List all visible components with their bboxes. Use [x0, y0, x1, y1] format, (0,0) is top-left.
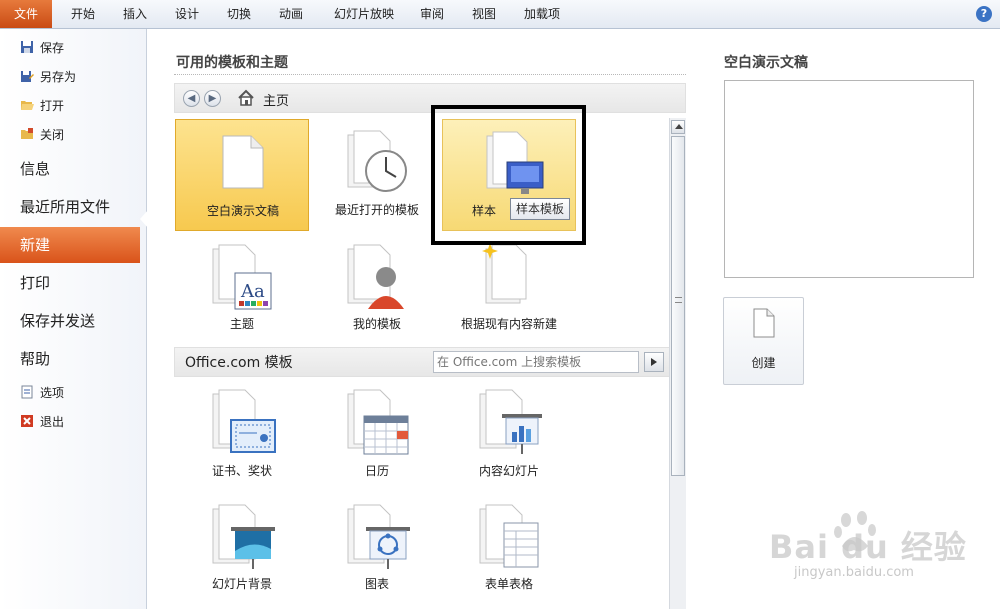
tile-label: 证书、奖状 [211, 464, 272, 478]
tab-addins[interactable]: 加载项 [512, 0, 572, 28]
forward-icon[interactable]: ▶ [204, 90, 221, 107]
menu-save[interactable]: 保存 [20, 38, 64, 58]
menu-save-as[interactable]: 另存为 [20, 67, 76, 87]
tab-slideshow[interactable]: 幻灯片放映 [324, 0, 404, 28]
create-button-label: 创建 [751, 356, 776, 370]
create-button[interactable]: 创建 [723, 297, 804, 385]
new-document-icon [753, 308, 775, 338]
menu-close[interactable]: 关闭 [20, 125, 64, 145]
menu-help[interactable]: 帮助 [0, 341, 147, 377]
menu-open[interactable]: 打开 [20, 96, 64, 116]
tile-label: 根据现有内容新建 [460, 317, 557, 331]
office-templates-bar: Office.com 模板 [174, 347, 670, 377]
highlight-annotation-box [431, 105, 586, 245]
watermark-url: jingyan.baidu.com [794, 565, 914, 580]
tab-review[interactable]: 审阅 [408, 0, 456, 28]
tile-themes[interactable]: Aa 主题 [175, 235, 309, 347]
new-from-existing-icon [482, 243, 527, 304]
home-icon[interactable] [237, 89, 255, 107]
blank-document-icon [222, 135, 264, 189]
calendar-icon [347, 389, 409, 455]
tile-content-slides[interactable]: 内容幻灯片 [442, 382, 576, 494]
form-table-icon [479, 504, 539, 568]
menu-close-label: 关闭 [40, 128, 65, 142]
menu-options-label: 选项 [40, 386, 65, 400]
close-folder-icon [21, 128, 33, 139]
tab-insert[interactable]: 插入 [110, 0, 160, 28]
certificate-icon [212, 389, 276, 453]
themes-icon: Aa [212, 244, 272, 310]
slide-background-icon [212, 504, 275, 569]
template-scrollbar[interactable] [669, 118, 686, 609]
menu-open-label: 打开 [40, 99, 65, 113]
template-nav-bar: ◀ ▶ 主页 [174, 83, 686, 113]
back-icon[interactable]: ◀ [183, 90, 200, 107]
menu-save-as-label: 另存为 [40, 70, 77, 84]
ribbon-tab-bar: 文件 开始 插入 设计 切换 动画 幻灯片放映 审阅 视图 加载项 ? [0, 0, 1000, 29]
chart-diagram-icon [347, 504, 410, 569]
menu-recent[interactable]: 最近所用文件 [0, 189, 147, 225]
breadcrumb-home[interactable]: 主页 [263, 90, 289, 109]
tile-label: 幻灯片背景 [211, 577, 272, 591]
options-icon [21, 385, 33, 399]
tile-label: 表单表格 [484, 577, 533, 591]
menu-save-send[interactable]: 保存并发送 [0, 303, 147, 339]
preview-title: 空白演示文稿 [724, 55, 808, 71]
office-search-button[interactable] [644, 352, 664, 372]
tab-animations[interactable]: 动画 [266, 0, 316, 28]
divider [174, 74, 686, 75]
tile-slide-backgrounds[interactable]: 幻灯片背景 [175, 497, 309, 609]
help-icon[interactable]: ? [976, 6, 992, 22]
tab-file[interactable]: 文件 [0, 0, 52, 28]
tab-view[interactable]: 视图 [460, 0, 508, 28]
svg-text:Aa: Aa [240, 281, 265, 302]
tile-blank-presentation[interactable]: 空白演示文稿 [175, 119, 309, 231]
office-section-title: Office.com 模板 [185, 355, 293, 371]
backstage-menu: 保存 另存为 打开 关闭 信息 最近所用文件 新建 打印 保存并发送 帮助 选项… [0, 29, 147, 609]
tile-charts[interactable]: 图表 [310, 497, 444, 609]
scroll-up-arrow-icon[interactable] [671, 120, 685, 134]
menu-print[interactable]: 打印 [0, 265, 147, 301]
tile-calendar[interactable]: 日历 [310, 382, 444, 494]
content-slides-icon [479, 389, 542, 454]
tile-new-from-existing[interactable]: 根据现有内容新建 [442, 235, 576, 347]
menu-save-label: 保存 [40, 41, 65, 55]
save-as-icon [21, 71, 34, 82]
open-folder-icon [21, 101, 34, 110]
office-search-input[interactable] [433, 351, 639, 373]
tile-label: 日历 [364, 464, 389, 478]
tile-label: 主题 [229, 317, 254, 331]
save-icon [21, 41, 33, 53]
tile-label: 我的模板 [352, 317, 401, 331]
section-title: 可用的模板和主题 [176, 55, 288, 71]
menu-info[interactable]: 信息 [0, 151, 147, 187]
tab-home[interactable]: 开始 [58, 0, 108, 28]
menu-options[interactable]: 选项 [20, 383, 64, 403]
menu-exit[interactable]: 退出 [20, 412, 64, 432]
tile-forms[interactable]: 表单表格 [442, 497, 576, 609]
tile-certificates[interactable]: 证书、奖状 [175, 382, 309, 494]
tab-design[interactable]: 设计 [162, 0, 212, 28]
preview-thumbnail [724, 80, 974, 278]
active-menu-indicator [140, 209, 149, 229]
scroll-grip [675, 297, 682, 303]
tile-label: 空白演示文稿 [206, 204, 279, 218]
tile-label: 内容幻灯片 [478, 464, 539, 478]
tab-transitions[interactable]: 切换 [214, 0, 264, 28]
tile-label: 图表 [364, 577, 389, 591]
tile-my-templates[interactable]: 我的模板 [310, 235, 444, 347]
my-templates-user-icon [347, 244, 404, 309]
recent-templates-clock-icon [347, 130, 407, 192]
watermark-text: Bai du 经验 [769, 528, 967, 566]
exit-icon [21, 415, 33, 427]
menu-new[interactable]: 新建 [0, 227, 140, 263]
scroll-thumb[interactable] [671, 136, 685, 476]
menu-exit-label: 退出 [40, 415, 65, 429]
baidu-watermark: Bai du 经验 jingyan.baidu.com [764, 510, 1000, 609]
